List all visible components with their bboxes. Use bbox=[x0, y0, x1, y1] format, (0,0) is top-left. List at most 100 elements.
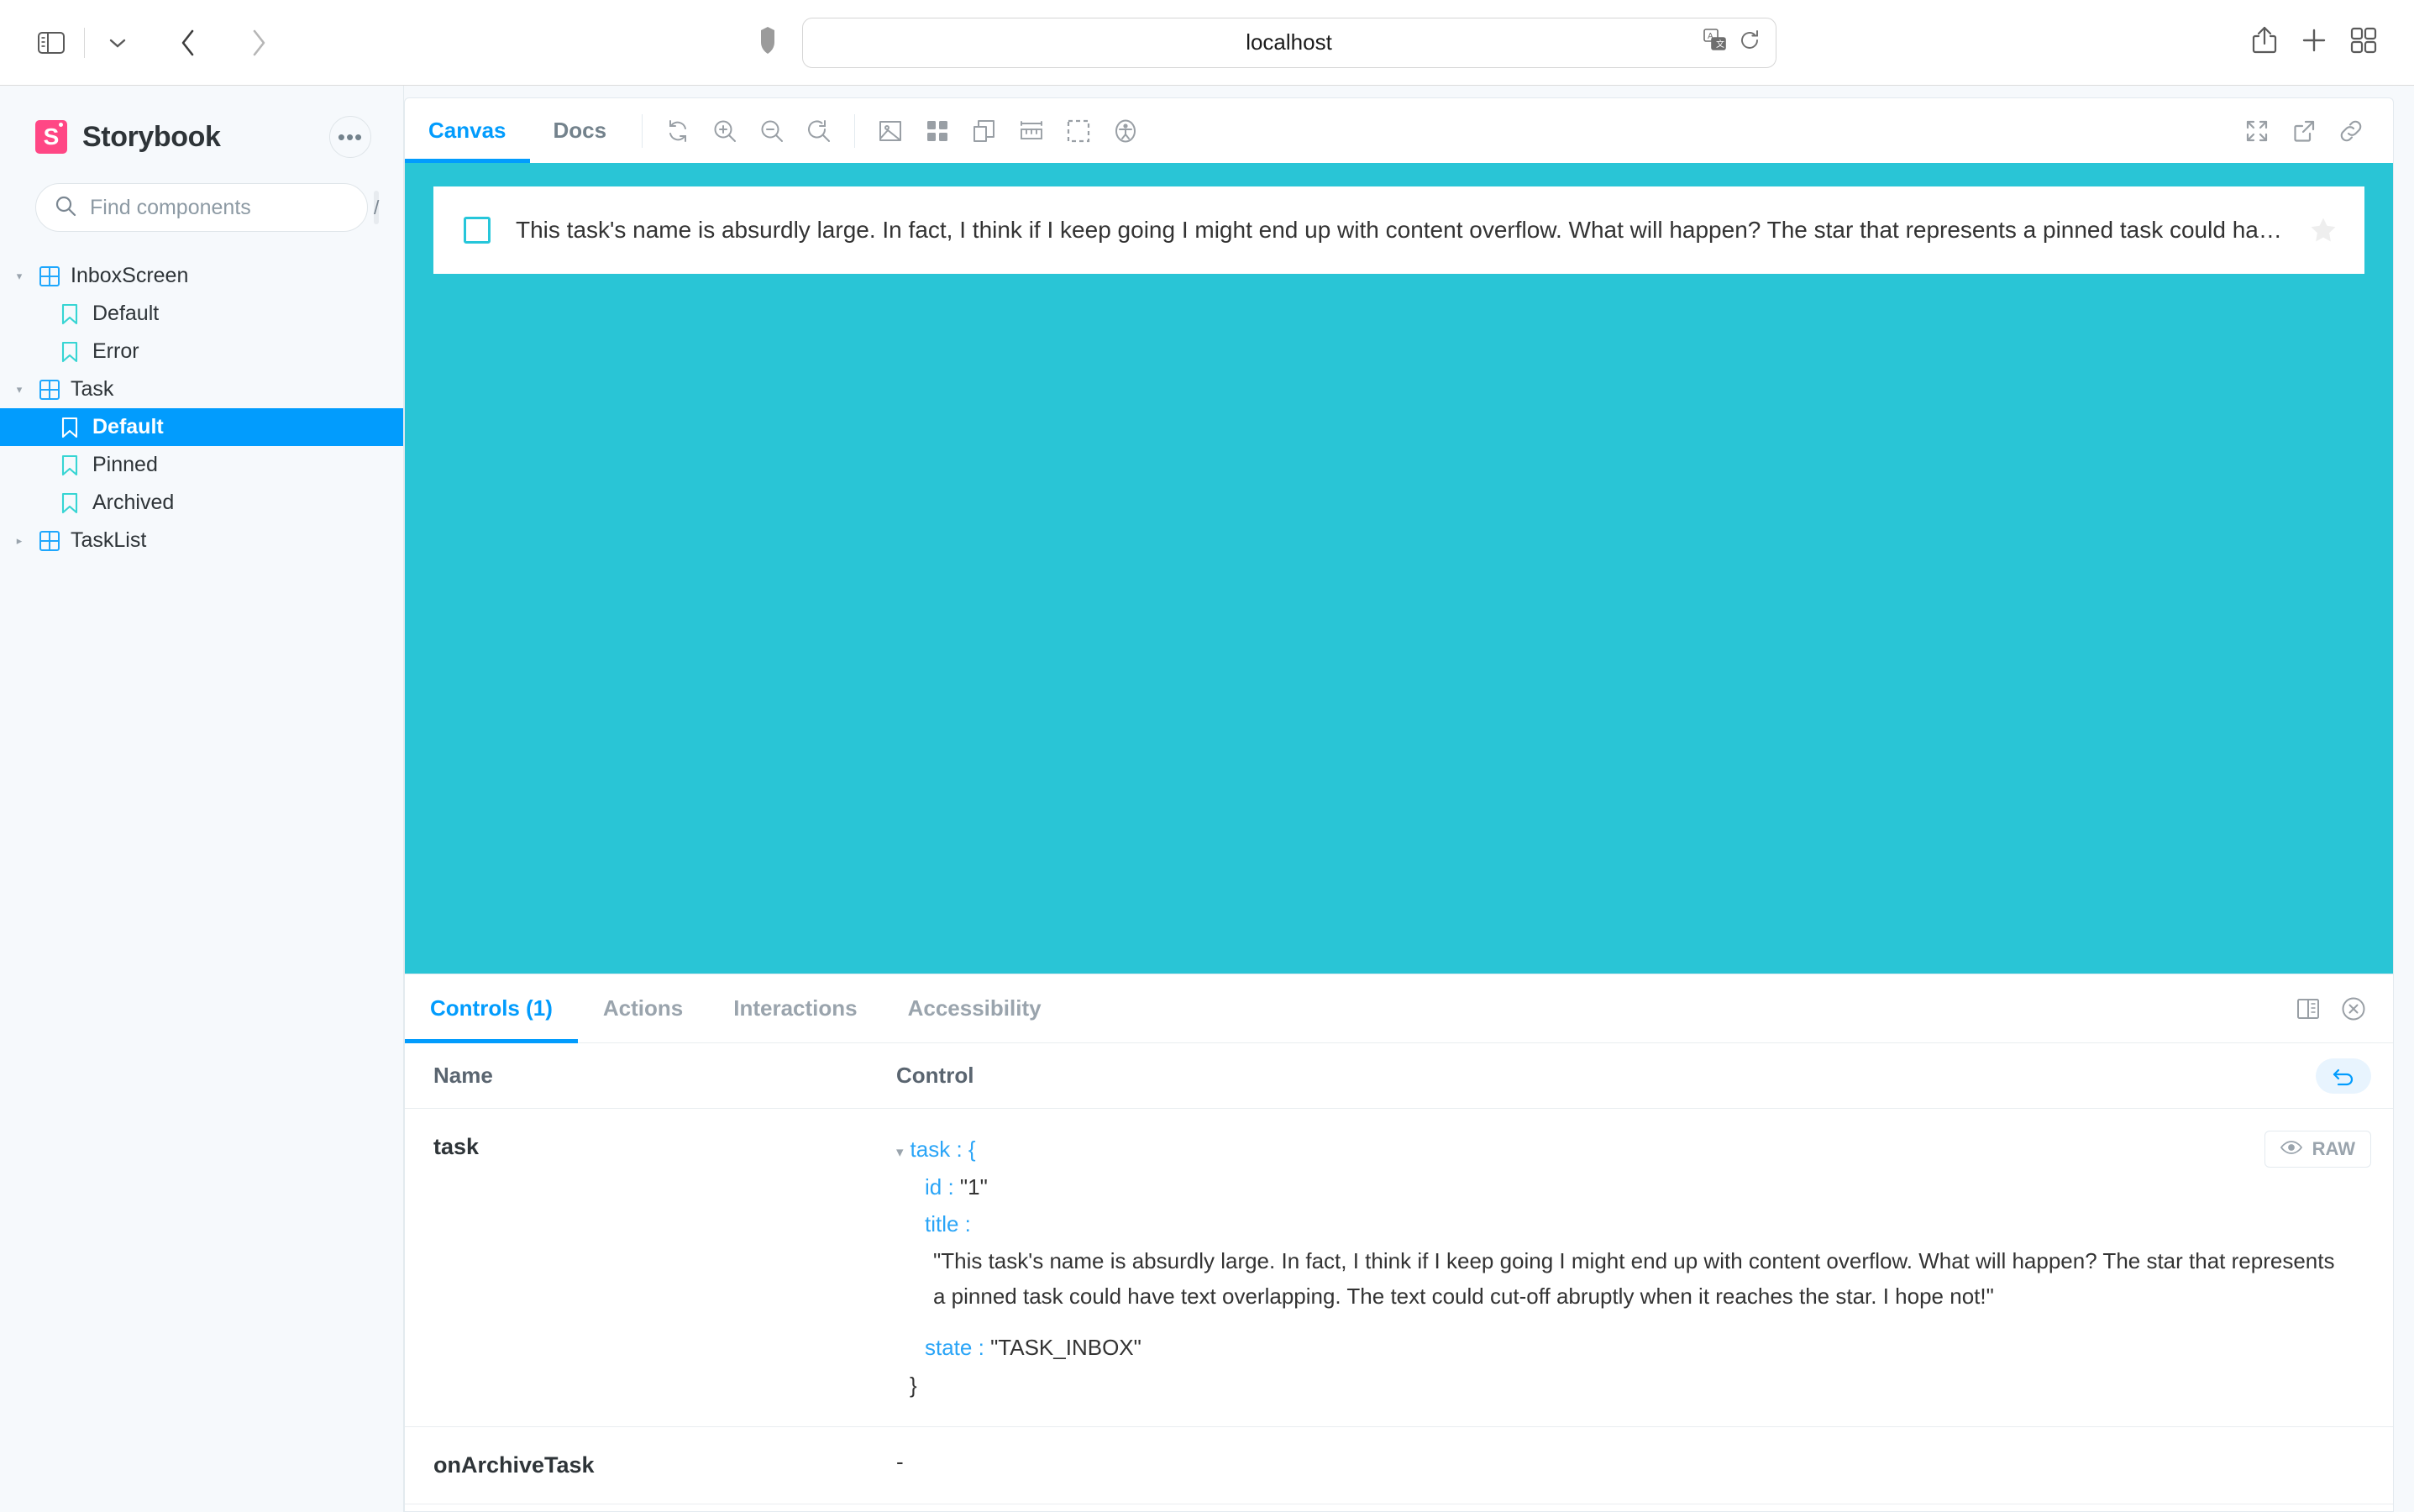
tree-item-label: TaskList bbox=[71, 528, 147, 552]
tree-item-label: Pinned bbox=[92, 453, 158, 476]
accessibility-icon[interactable] bbox=[1102, 108, 1149, 155]
svg-text:文: 文 bbox=[1716, 39, 1724, 50]
tree-item-tasklist[interactable]: ▸ TaskList bbox=[0, 522, 403, 559]
shield-icon[interactable] bbox=[760, 26, 775, 59]
plus-icon[interactable] bbox=[2300, 26, 2328, 59]
story-icon bbox=[60, 417, 79, 438]
tree-item-inboxscreen[interactable]: ▾ InboxScreen bbox=[0, 257, 403, 295]
tree-item-inboxscreen-error[interactable]: Error bbox=[0, 333, 403, 370]
zoom-reset-icon[interactable] bbox=[795, 108, 842, 155]
back-arrow-icon[interactable] bbox=[162, 17, 214, 69]
search-shortcut-badge: / bbox=[374, 191, 380, 224]
json-value-title: "This task's name is absurdly large. In … bbox=[933, 1248, 2335, 1310]
toolbar-divider bbox=[642, 113, 643, 148]
panel-position-icon[interactable] bbox=[2285, 986, 2331, 1032]
story-icon bbox=[60, 492, 79, 514]
task-title: This task's name is absurdly large. In f… bbox=[516, 217, 2284, 243]
control-value-json[interactable]: ▾ task : { id : "1" title : "This task's … bbox=[896, 1109, 2393, 1426]
canvas-tabs: Canvas Docs bbox=[405, 98, 630, 163]
chevron-down-icon[interactable] bbox=[92, 17, 144, 69]
control-value: - bbox=[896, 1427, 2393, 1504]
storybook-brand[interactable]: S Storybook bbox=[35, 120, 221, 154]
control-row-task: task ▾ task : { id : "1" title : "This t… bbox=[405, 1109, 2393, 1427]
caret-down-icon[interactable]: ▾ bbox=[10, 270, 29, 283]
tab-overview-icon[interactable] bbox=[2350, 27, 2377, 58]
search-input[interactable] bbox=[90, 195, 360, 220]
json-value-state: "TASK_INBOX" bbox=[990, 1335, 1141, 1361]
component-icon bbox=[39, 379, 60, 401]
json-root-line[interactable]: ▾ task : { bbox=[896, 1131, 2393, 1168]
story-tree: ▾ InboxScreen Default Error ▾ Task Defau… bbox=[0, 257, 403, 559]
zoom-out-icon[interactable] bbox=[748, 108, 795, 155]
tab-accessibility[interactable]: Accessibility bbox=[883, 974, 1067, 1042]
tab-actions[interactable]: Actions bbox=[578, 974, 708, 1042]
measure-icon[interactable] bbox=[1008, 108, 1055, 155]
tree-item-label: Archived bbox=[92, 491, 175, 514]
story-icon bbox=[60, 341, 79, 363]
tree-item-label: Default bbox=[92, 415, 164, 438]
reload-icon[interactable] bbox=[1739, 29, 1761, 56]
search-icon bbox=[55, 195, 76, 221]
reset-controls-icon[interactable] bbox=[2316, 1058, 2371, 1094]
tab-controls[interactable]: Controls (1) bbox=[405, 974, 578, 1043]
addon-panel: Controls (1) Actions Interactions Access… bbox=[404, 974, 2394, 1512]
grid-icon[interactable] bbox=[914, 108, 961, 155]
eye-icon bbox=[2280, 1138, 2302, 1160]
tab-canvas[interactable]: Canvas bbox=[405, 98, 530, 163]
address-bar[interactable]: localhost A 文 bbox=[801, 17, 1776, 68]
story-icon bbox=[60, 303, 79, 325]
backgrounds-icon[interactable] bbox=[867, 108, 914, 155]
tree-item-label: InboxScreen bbox=[71, 264, 189, 287]
tab-docs[interactable]: Docs bbox=[530, 98, 631, 163]
copy-link-icon[interactable] bbox=[2327, 108, 2375, 155]
url-text: localhost bbox=[1246, 29, 1332, 55]
zoom-in-icon[interactable] bbox=[701, 108, 748, 155]
toolbar-divider bbox=[854, 113, 856, 148]
tree-item-task-default[interactable]: Default bbox=[0, 408, 403, 446]
open-in-new-tab-icon[interactable] bbox=[2280, 108, 2327, 155]
caret-right-icon[interactable]: ▸ bbox=[10, 534, 29, 548]
controls-table-header: Name Control bbox=[405, 1043, 2393, 1109]
story-canvas: This task's name is absurdly large. In f… bbox=[404, 163, 2394, 974]
tree-item-task[interactable]: ▾ Task bbox=[0, 370, 403, 408]
close-icon[interactable] bbox=[2331, 986, 2376, 1032]
translate-icon[interactable]: A 文 bbox=[1703, 29, 1727, 56]
canvas-toolbar: Canvas Docs bbox=[404, 97, 2394, 163]
remount-icon[interactable] bbox=[654, 108, 701, 155]
task-item[interactable]: This task's name is absurdly large. In f… bbox=[433, 186, 2364, 274]
storybook-logo-icon: S bbox=[35, 120, 67, 154]
task-checkbox[interactable] bbox=[464, 217, 491, 244]
caret-down-icon[interactable]: ▾ bbox=[10, 383, 29, 396]
tab-interactions[interactable]: Interactions bbox=[708, 974, 882, 1042]
forward-arrow-icon[interactable] bbox=[233, 17, 285, 69]
json-line-id: id : "1" bbox=[896, 1168, 2393, 1206]
component-icon bbox=[39, 265, 60, 287]
viewport-icon[interactable] bbox=[961, 108, 1008, 155]
tree-item-task-pinned[interactable]: Pinned bbox=[0, 446, 403, 484]
controls-table: Name Control task ▾ task : {id: "1" ti… bbox=[405, 1043, 2393, 1511]
share-icon[interactable] bbox=[2251, 25, 2278, 60]
outline-icon[interactable] bbox=[1055, 108, 1102, 155]
sidebar-menu-button[interactable]: ••• bbox=[329, 116, 371, 158]
json-value-id: "1" bbox=[959, 1173, 988, 1200]
tree-item-inboxscreen-default[interactable]: Default bbox=[0, 295, 403, 333]
json-collapse-icon[interactable]: ▾ bbox=[896, 1144, 904, 1160]
tree-item-task-archived[interactable]: Archived bbox=[0, 484, 403, 522]
main-area: Canvas Docs This task's name is absurdly… bbox=[404, 86, 2414, 1512]
address-bar-actions: A 文 bbox=[1703, 29, 1761, 56]
json-key-state: state : bbox=[925, 1335, 984, 1361]
json-key-id: id : bbox=[925, 1173, 954, 1200]
raw-toggle-button[interactable]: RAW bbox=[2264, 1131, 2371, 1168]
tree-item-label: Default bbox=[92, 302, 160, 325]
control-row-onarchivetask: onArchiveTask - bbox=[405, 1427, 2393, 1504]
story-icon bbox=[60, 454, 79, 476]
sidebar: S Storybook ••• / ▾ Inbo bbox=[0, 86, 404, 1512]
sidebar-toggle-icon[interactable] bbox=[25, 17, 77, 69]
component-icon bbox=[39, 530, 60, 552]
sidebar-header: S Storybook ••• bbox=[0, 86, 403, 158]
json-key-task: task : { bbox=[910, 1137, 976, 1162]
fullscreen-icon[interactable] bbox=[2233, 108, 2280, 155]
address-bar-region: localhost A 文 bbox=[285, 17, 2251, 68]
search-box[interactable]: / bbox=[35, 183, 380, 232]
star-icon[interactable] bbox=[2309, 216, 2338, 244]
